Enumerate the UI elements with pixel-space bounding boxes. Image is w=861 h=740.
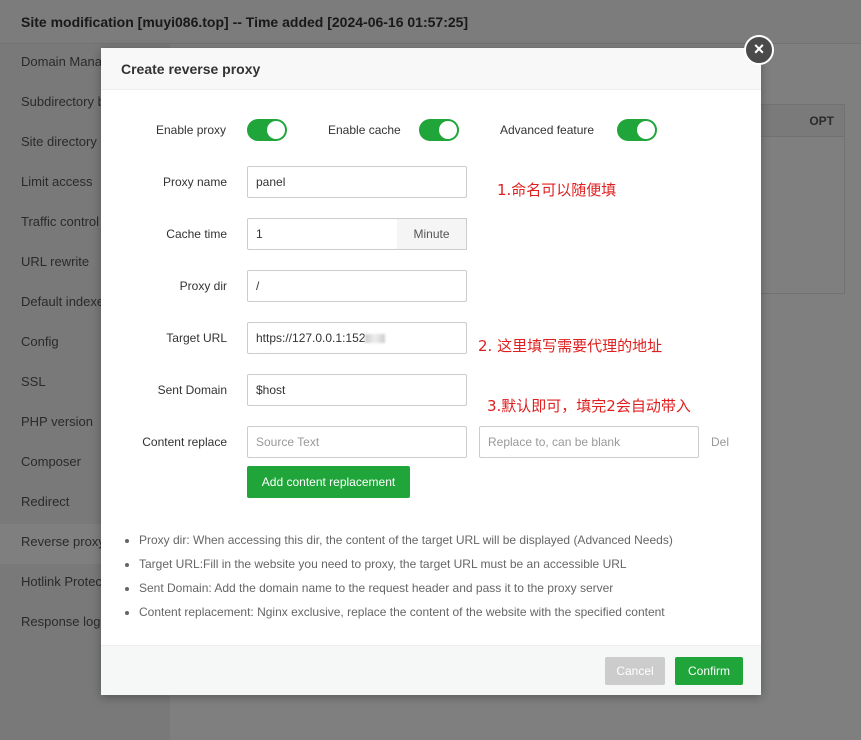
enable-cache-label: Enable cache [328,123,401,137]
enable-cache-toggle[interactable] [419,119,459,141]
toggle-knob [637,121,655,139]
dialog-title: Create reverse proxy [101,48,761,90]
help-tips-list: Proxy dir: When accessing this dir, the … [121,528,741,624]
advanced-feature-label: Advanced feature [500,123,595,137]
target-url-input[interactable]: https://127.0.0.1:152 [247,322,467,354]
cancel-button[interactable]: Cancel [605,657,665,685]
proxy-name-label: Proxy name [162,175,227,189]
proxy-name-input[interactable]: panel [247,166,467,198]
create-reverse-proxy-dialog: Create reverse proxy Enable proxy Enable… [101,48,761,695]
replace-to-input[interactable]: Replace to, can be blank [479,426,699,458]
proxy-dir-label: Proxy dir [179,279,227,293]
enable-proxy-toggle[interactable] [247,119,287,141]
close-icon: × [753,39,765,59]
tip-item: Proxy dir: When accessing this dir, the … [139,528,741,552]
annotation-note-1: 1.命名可以随便填 [497,181,617,199]
enable-proxy-label: Enable proxy [156,123,227,137]
tip-item: Content replacement: Nginx exclusive, re… [139,600,741,624]
cache-time-input[interactable]: 1 [247,218,398,250]
sent-domain-input[interactable]: $host [247,374,467,406]
advanced-feature-toggle[interactable] [617,119,657,141]
delete-replacement-link[interactable]: Del [711,435,729,449]
content-replace-label: Content replace [142,435,227,449]
cache-time-label: Cache time [166,227,227,241]
tip-item: Target URL:Fill in the website you need … [139,552,741,576]
target-url-value: https://127.0.0.1:152 [256,331,366,345]
proxy-dir-input[interactable]: / [247,270,467,302]
tip-item: Sent Domain: Add the domain name to the … [139,576,741,600]
redacted-port-blur [365,334,386,344]
confirm-button[interactable]: Confirm [675,657,743,685]
target-url-label: Target URL [166,331,227,345]
annotation-note-2: 2. 这里填写需要代理的地址 [478,337,663,355]
dialog-footer: Cancel Confirm [101,645,761,695]
source-text-input[interactable]: Source Text [247,426,467,458]
sent-domain-label: Sent Domain [157,383,227,397]
close-dialog-button[interactable]: × [744,35,774,65]
add-content-replacement-button[interactable]: Add content replacement [247,466,410,498]
toggle-knob [439,121,457,139]
annotation-note-3: 3.默认即可，填完2会自动带入 [487,397,691,415]
toggle-knob [267,121,285,139]
cache-time-unit: Minute [397,218,467,250]
